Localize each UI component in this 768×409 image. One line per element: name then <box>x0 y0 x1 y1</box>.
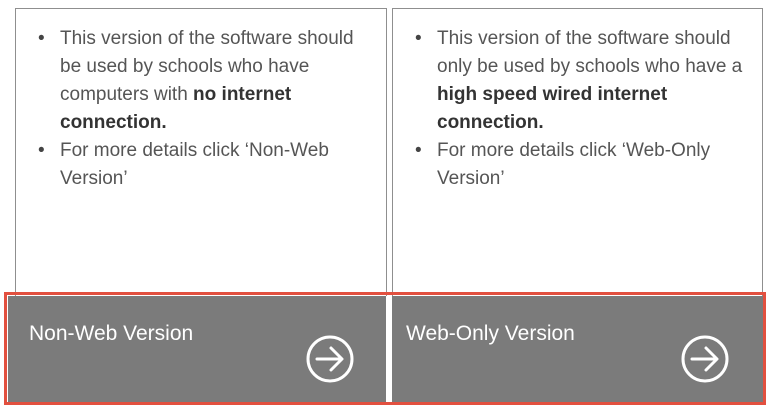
web-only-bullet-2-text: For more details click ‘Web-Only Version… <box>437 140 711 189</box>
non-web-bullet-2-text: For more details click ‘Non-Web Version’ <box>60 140 329 189</box>
non-web-bullet-1: • This version of the software should be … <box>38 25 378 137</box>
non-web-version-button[interactable]: Non-Web Version <box>8 296 386 403</box>
web-only-bullet-1-bold: high speed wired internet connection. <box>437 84 668 133</box>
web-only-bullet-list: • This version of the software should onl… <box>415 25 747 193</box>
web-only-version-button-label: Web-Only Version <box>406 322 575 345</box>
non-web-card: • This version of the software should be … <box>15 8 387 296</box>
web-only-card: • This version of the software should onl… <box>392 8 763 296</box>
non-web-bullet-list: • This version of the software should be … <box>38 25 378 193</box>
arrow-right-circle-icon <box>681 335 729 383</box>
bullet-dot-icon: • <box>38 140 45 161</box>
non-web-bullet-2: • For more details click ‘Non-Web Version… <box>38 137 378 193</box>
bullet-dot-icon: • <box>415 140 422 161</box>
web-only-bullet-1: • This version of the software should onl… <box>415 25 747 137</box>
web-only-version-button[interactable]: Web-Only Version <box>392 296 765 403</box>
web-only-bullet-1-text: This version of the software should only… <box>437 28 743 77</box>
web-only-bullet-2: • For more details click ‘Web-Only Versio… <box>415 137 747 193</box>
arrow-right-circle-icon <box>306 335 354 383</box>
bullet-dot-icon: • <box>38 28 45 49</box>
version-selection-panel: • This version of the software should be … <box>0 0 768 409</box>
non-web-version-button-label: Non-Web Version <box>29 322 194 345</box>
bullet-dot-icon: • <box>415 28 422 49</box>
